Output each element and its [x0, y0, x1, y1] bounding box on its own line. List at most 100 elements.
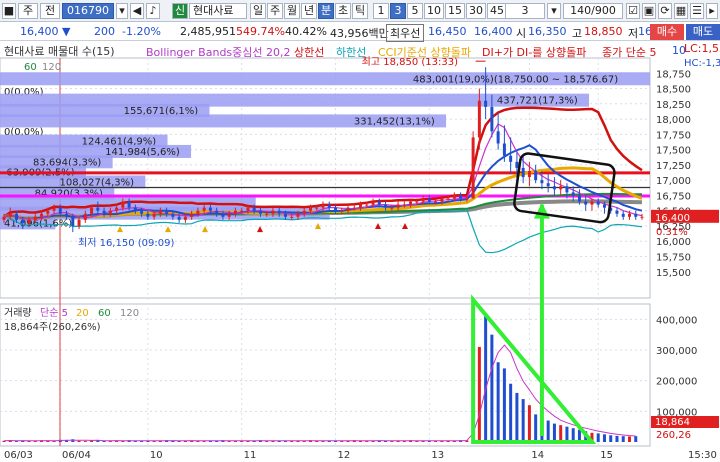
current-volume-rate-label: 260,26 — [656, 430, 691, 441]
more-icon[interactable]: ▸ — [706, 3, 718, 19]
menu-icon[interactable]: ☰ — [690, 3, 704, 19]
candle-body — [83, 213, 87, 220]
ma60-legend: 60 — [24, 62, 37, 73]
x-axis-label: 14 — [531, 450, 544, 461]
price-tick-label: 17,750 — [656, 130, 691, 141]
candle-body — [171, 213, 175, 217]
volume-tick-label: 400,000 — [656, 315, 697, 326]
ma120-legend: 120 — [42, 62, 61, 73]
low-label: 저 — [628, 27, 639, 40]
code-search-icon[interactable]: ▾ — [116, 3, 128, 19]
candle-body — [596, 201, 600, 205]
candle-body — [290, 216, 294, 218]
candle-body — [258, 210, 262, 214]
down-arrow-icon: ▼ — [62, 25, 71, 38]
price-tick-label: 18,000 — [656, 115, 691, 126]
volume-bar — [515, 392, 519, 442]
price-tick-label: 18,250 — [656, 100, 691, 111]
minute-button[interactable]: 30 — [466, 3, 486, 19]
price-tick-label: 17,500 — [656, 146, 691, 157]
volume-bar — [133, 441, 137, 442]
candle-body — [402, 204, 406, 206]
bid-price: 16,400 — [474, 25, 513, 38]
market-toggle-button[interactable]: 전 — [40, 3, 60, 19]
volume-bar — [246, 441, 250, 442]
period-button[interactable]: 월 — [284, 3, 300, 19]
current-rate-label: 0.31% — [656, 227, 688, 238]
low-annotation: 최저 16,150 (09:09) — [78, 237, 174, 249]
candle-body — [71, 216, 75, 226]
minute-button[interactable]: 3 — [390, 3, 406, 19]
ratio: 40.42% — [285, 25, 327, 38]
candle-body — [96, 207, 100, 211]
grid-icon[interactable]: ▦ — [674, 3, 688, 19]
legend-item: CCI기준선 상향돌파 — [378, 46, 471, 59]
volume-bar — [559, 425, 563, 442]
candle-body — [240, 210, 244, 212]
volume-bar — [415, 441, 419, 442]
price-chart[interactable]: 18,750 18,500 18,250 18,000 17,750 17,500 17,2… — [0, 42, 720, 462]
volume-bar — [615, 435, 619, 442]
legend-title: 현대사료 매물대 수(15) — [4, 45, 115, 58]
minute-button[interactable]: 45 — [487, 3, 507, 19]
period-button[interactable]: 초 — [335, 3, 351, 19]
prev-icon[interactable]: ◀ — [130, 3, 144, 19]
data-count[interactable]: 140/900 — [563, 3, 623, 19]
candle-body — [327, 204, 331, 208]
interval-select[interactable]: 3 — [505, 3, 545, 19]
speaker-icon[interactable]: ♪ — [146, 3, 160, 19]
volume-bar — [177, 441, 181, 442]
stock-type-button[interactable]: 주 — [18, 3, 38, 19]
candle-body — [496, 131, 500, 144]
chart-settings-button[interactable]: ■ — [2, 3, 16, 19]
period-button[interactable]: 틱 — [352, 3, 368, 19]
volume-bar — [15, 441, 19, 442]
volume-legend-item: 60 — [98, 308, 111, 319]
current-volume-label: 18,864 — [655, 417, 690, 428]
volume-tick-label: 200,000 — [656, 377, 697, 388]
sell-button[interactable]: 매도 — [686, 24, 720, 40]
period-button[interactable]: 일 — [250, 3, 266, 19]
candle-body — [409, 201, 413, 205]
candle-body — [221, 213, 225, 217]
price-tick-label: 17,000 — [656, 176, 691, 187]
minute-button[interactable]: 10 — [424, 3, 444, 19]
candle-body — [552, 186, 556, 190]
candle-body — [527, 171, 531, 178]
buy-button[interactable]: 매수 — [650, 24, 684, 40]
legend-item: 종가 단순 5 — [602, 46, 657, 59]
high-price: 18,850 — [584, 25, 623, 38]
candle-body — [15, 213, 19, 220]
period-button[interactable]: 주 — [267, 3, 283, 19]
toolbar: ■ 주 전 016790 ▾ ◀ ♪ 신 현대사료 일 주 월 년 분 초 틱 1 3 5 10 15… — [0, 0, 720, 22]
price-tick-label: 16,000 — [656, 237, 691, 248]
volume-bar — [627, 436, 631, 442]
volume-bar — [621, 436, 625, 442]
period-button[interactable]: 년 — [301, 3, 317, 19]
interval-dropdown-icon[interactable]: ▾ — [547, 3, 561, 19]
candle-body — [377, 201, 381, 205]
minute-button[interactable]: 5 — [407, 3, 423, 19]
candle-body — [396, 204, 400, 208]
refresh-icon[interactable]: ⟳ — [658, 3, 672, 19]
candle-body — [502, 143, 506, 156]
candle-body — [52, 207, 56, 211]
minute-button[interactable]: 15 — [445, 3, 465, 19]
candle-body — [634, 213, 638, 217]
volume-bar — [33, 441, 37, 442]
candle-body — [546, 183, 550, 187]
candle-body — [346, 207, 350, 211]
minute-button[interactable]: 1 — [373, 3, 389, 19]
volume-bar — [527, 405, 531, 442]
volume-bar — [502, 368, 506, 442]
candle-body — [133, 207, 137, 211]
save-icon[interactable]: ▣ — [642, 3, 656, 19]
period-button[interactable]: 분 — [318, 3, 334, 19]
candle-body — [183, 216, 187, 220]
price-tick-label: 18,750 — [656, 69, 691, 80]
candle-body — [534, 171, 538, 181]
volume-tick-label: 300,000 — [656, 346, 697, 357]
candle-body — [246, 207, 250, 211]
fixed-checkbox[interactable]: ☑ — [626, 3, 640, 19]
stock-code-input[interactable]: 016790 — [62, 3, 114, 19]
